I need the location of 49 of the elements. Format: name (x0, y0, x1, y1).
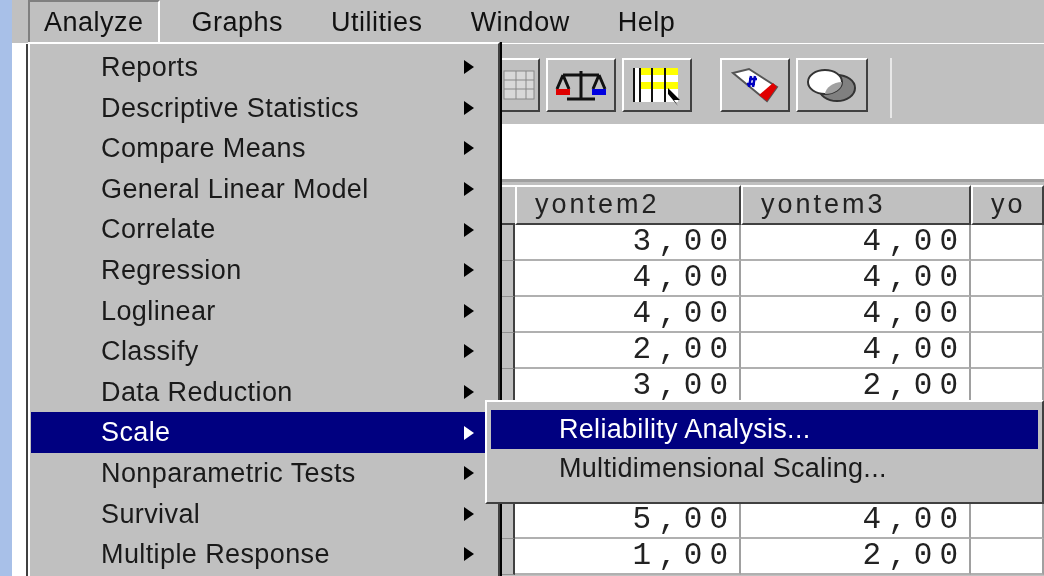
table-icon[interactable] (622, 58, 692, 112)
table-cell: 5,00 (515, 503, 741, 539)
menu-item[interactable]: Help (601, 0, 692, 44)
table-cell: 4,00 (741, 261, 971, 297)
table-cell: 2,00 (741, 539, 971, 575)
overlapping-circles-icon[interactable] (796, 58, 868, 112)
menu-item[interactable]: Graphs (175, 0, 300, 44)
submenu-arrow-icon (463, 181, 475, 198)
submenu-arrow-icon (463, 384, 475, 401)
submenu-arrow-icon (463, 262, 475, 279)
menu-item[interactable]: Reports (31, 47, 497, 88)
scales-icon[interactable] (546, 58, 616, 112)
menu-item[interactable]: Multiple Response (31, 534, 497, 575)
menu-item[interactable]: Survival (31, 493, 497, 535)
menu-item[interactable]: Regression (31, 249, 497, 291)
submenu-arrow-icon (463, 302, 475, 319)
table-cell: 4,00 (741, 503, 971, 539)
submenu-arrow-icon (463, 59, 475, 76)
menu-item[interactable]: General Linear Model (31, 168, 497, 210)
menu-item[interactable]: Classify (31, 331, 497, 372)
table-cell: 4,00 (741, 225, 971, 261)
grid-icon[interactable] (500, 58, 540, 112)
menu-item[interactable]: Window (454, 0, 586, 44)
table-cell: 4,00 (741, 297, 971, 333)
tag-icon[interactable] (720, 58, 790, 112)
menu-item[interactable]: Descriptive Statistics (31, 87, 497, 129)
menu-item[interactable]: Compare Means (31, 128, 497, 169)
table-cell: 4,00 (515, 297, 741, 333)
table-cell: 4,00 (515, 261, 741, 297)
table-cell: 4,00 (741, 333, 971, 369)
menu-item[interactable]: Data Reduction (31, 371, 497, 413)
submenu-arrow-icon (463, 424, 475, 441)
menu-item[interactable]: Correlate (31, 209, 497, 250)
table-cell: 1,00 (515, 539, 741, 575)
menu-item[interactable]: Loglinear (31, 290, 497, 332)
submenu-arrow-icon (463, 546, 475, 563)
column-header[interactable]: yontem3 (741, 185, 971, 225)
submenu-arrow-icon (463, 505, 475, 522)
submenu-arrow-icon (463, 221, 475, 238)
column-header[interactable]: yontem2 (515, 185, 741, 225)
column-header[interactable]: yo (971, 185, 1044, 225)
table-cell: 3,00 (515, 225, 741, 261)
menu-item[interactable]: Reliability Analysis... (491, 410, 1038, 449)
submenu-arrow-icon (463, 343, 475, 360)
menu-item[interactable]: Utilities (315, 0, 439, 44)
table-cell: 2,00 (515, 333, 741, 369)
submenu-arrow-icon (463, 140, 475, 157)
submenu-arrow-icon (463, 99, 475, 116)
submenu-arrow-icon (463, 465, 475, 482)
